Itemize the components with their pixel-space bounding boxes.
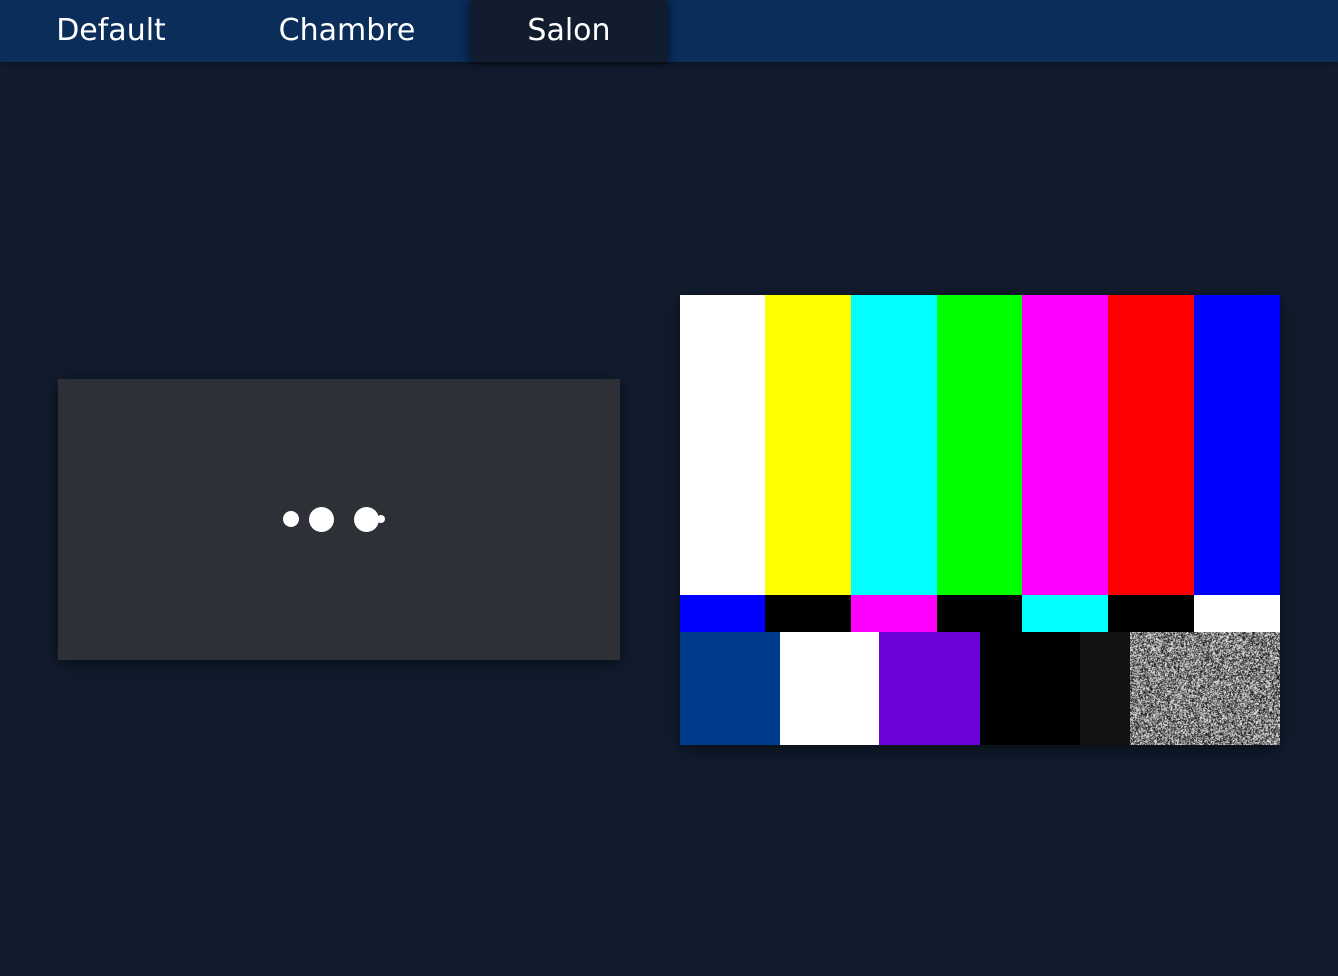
color-bar	[937, 595, 1022, 632]
color-block	[879, 632, 980, 745]
camera-loading-panel[interactable]	[58, 379, 620, 660]
color-bar	[851, 595, 937, 632]
tab-bar: Default Chambre Salon	[0, 0, 1338, 62]
color-bar	[765, 295, 851, 595]
color-block	[680, 632, 780, 745]
color-block	[780, 632, 879, 745]
color-bar	[1108, 595, 1194, 632]
color-block	[980, 632, 1080, 745]
color-bar	[680, 295, 765, 595]
color-bar	[1194, 595, 1280, 632]
color-bar	[1022, 595, 1108, 632]
tab-default[interactable]: Default	[10, 0, 212, 62]
color-bar	[937, 295, 1022, 595]
color-block	[1080, 632, 1130, 745]
tab-salon[interactable]: Salon	[471, 0, 667, 62]
test-card-noise-block	[1130, 632, 1280, 745]
color-bar	[765, 595, 851, 632]
color-bar	[1108, 295, 1194, 595]
color-bar	[1022, 295, 1108, 595]
tab-chambre[interactable]: Chambre	[246, 0, 448, 62]
camera-test-card[interactable]	[680, 295, 1280, 745]
color-bar	[680, 595, 765, 632]
loading-dots-icon	[58, 379, 620, 660]
color-bar	[851, 295, 937, 595]
color-bar	[1194, 295, 1280, 595]
